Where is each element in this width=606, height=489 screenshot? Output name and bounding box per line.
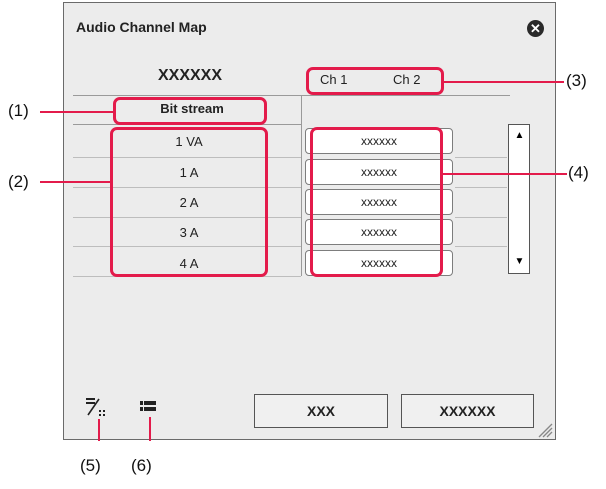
callout-leader: [149, 417, 151, 441]
dialog-title: Audio Channel Map: [76, 19, 207, 35]
bitstream-highlight: [113, 97, 267, 125]
callout-label: (2): [8, 172, 29, 191]
grid-line: [455, 246, 507, 247]
vertical-scrollbar[interactable]: ▲ ▼: [508, 124, 530, 274]
channels-header-highlight: [306, 67, 444, 95]
callout-label: (4): [568, 163, 589, 182]
callout-leader: [443, 173, 567, 175]
map-auto-icon[interactable]: [85, 397, 107, 417]
callout-leader: [40, 111, 113, 113]
callout-leader: [40, 181, 112, 183]
callout-label: (5): [80, 456, 101, 475]
close-button[interactable]: ✕: [527, 20, 544, 37]
callout-label: (6): [131, 456, 152, 475]
callout-label: (1): [8, 101, 29, 120]
resize-grip-icon[interactable]: [533, 418, 553, 438]
header-name: XXXXXX: [157, 67, 223, 84]
scroll-up-icon[interactable]: ▲: [511, 128, 528, 144]
tracks-highlight: [110, 127, 268, 277]
callout-leader: [98, 419, 100, 441]
callout-leader: [444, 81, 564, 83]
list-icon[interactable]: [140, 399, 162, 419]
grid-line: [455, 217, 507, 218]
column-divider: [301, 96, 302, 276]
scroll-down-icon[interactable]: ▼: [511, 254, 528, 270]
cancel-button[interactable]: XXXXXX: [401, 394, 534, 428]
grid-line: [73, 95, 510, 96]
channel-buttons-highlight: [310, 127, 443, 277]
callout-label: (3): [566, 71, 587, 90]
grid-line: [455, 157, 507, 158]
grid-line: [455, 187, 507, 188]
ok-button[interactable]: XXX: [254, 394, 388, 428]
